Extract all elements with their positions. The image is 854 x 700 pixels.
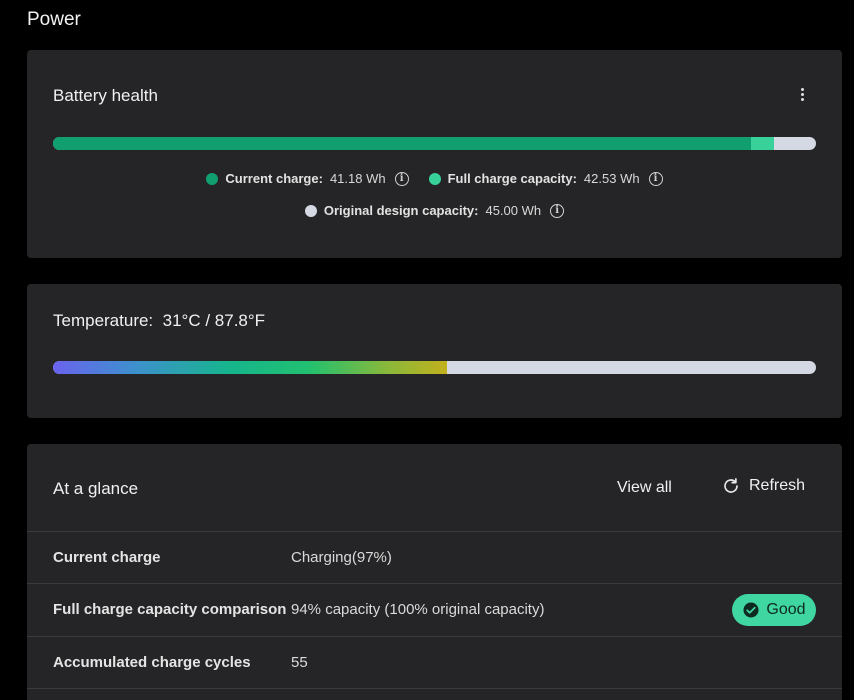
glance-row-charge-cycles: Accumulated charge cycles 55 — [27, 636, 842, 688]
battery-capacity-bar — [53, 137, 816, 150]
glance-row-divider — [27, 688, 842, 700]
temperature-value: 31°C / 87.8°F — [162, 311, 266, 330]
page-title: Power — [27, 9, 81, 30]
at-a-glance-card: At a glance View all Refresh Current cha… — [27, 444, 842, 700]
refresh-icon — [724, 478, 738, 493]
refresh-button[interactable]: Refresh — [722, 477, 805, 495]
battery-legend-row-2: Original design capacity: 45.00 Wh i — [27, 203, 842, 218]
refresh-label: Refresh — [749, 477, 806, 494]
row-value: 55 — [291, 654, 308, 671]
info-icon[interactable]: i — [394, 171, 409, 186]
row-value: Charging(97%) — [291, 549, 392, 566]
battery-health-title: Battery health — [53, 86, 158, 105]
status-badge: Good — [732, 594, 816, 626]
temperature-bar — [53, 361, 816, 374]
battery-health-card: Battery health Current charge: 41.18 Wh … — [27, 50, 842, 258]
full-charge-capacity-label: Full charge capacity: — [447, 171, 577, 186]
info-icon[interactable]: i — [648, 171, 663, 186]
more-vertical-icon-dot — [800, 92, 804, 96]
row-label: Accumulated charge cycles — [53, 654, 251, 671]
power-page: Power Battery health Current charge: 41.… — [0, 0, 854, 700]
temperature-title: Temperature: 31°C / 87.8°F — [53, 311, 265, 331]
full-charge-capacity-dot — [428, 172, 441, 185]
row-label: Current charge — [53, 549, 161, 566]
current-charge-dot — [206, 172, 219, 185]
info-icon[interactable]: i — [550, 203, 565, 218]
more-vertical-icon-dot — [800, 97, 804, 101]
glance-row-current-charge: Current charge Charging(97%) — [27, 531, 842, 583]
temperature-card: Temperature: 31°C / 87.8°F — [27, 284, 842, 418]
legend-current-charge: Current charge: 41.18 Wh i — [206, 171, 409, 186]
at-a-glance-title: At a glance — [53, 479, 139, 498]
row-value: 94% capacity (100% original capacity) — [291, 601, 545, 618]
at-a-glance-header: At a glance View all Refresh — [27, 444, 842, 531]
design-capacity-dot — [304, 204, 317, 217]
design-capacity-value: 45.00 Wh — [485, 203, 542, 218]
battery-legend-row-1: Current charge: 41.18 Wh i Full charge c… — [27, 171, 842, 186]
design-capacity-label: Original design capacity: — [323, 203, 479, 218]
current-charge-label: Current charge: — [225, 171, 323, 186]
view-all-button[interactable]: View all — [617, 479, 672, 497]
legend-full-charge-capacity: Full charge capacity: 42.53 Wh i — [428, 171, 663, 186]
current-charge-value: 41.18 Wh — [329, 171, 386, 186]
full-charge-capacity-value: 42.53 Wh — [583, 171, 640, 186]
check-circle-icon — [743, 602, 759, 618]
temperature-level-fill — [53, 361, 448, 374]
more-options-button[interactable] — [792, 84, 812, 104]
more-vertical-icon — [800, 87, 804, 91]
legend-design-capacity: Original design capacity: 45.00 Wh i — [304, 203, 565, 218]
temperature-label: Temperature: — [53, 311, 154, 330]
current-charge-segment — [53, 137, 752, 150]
row-label: Full charge capacity comparison — [53, 601, 287, 618]
status-badge-label: Good — [766, 601, 806, 618]
glance-row-capacity-comparison: Full charge capacity comparison 94% capa… — [27, 583, 842, 635]
